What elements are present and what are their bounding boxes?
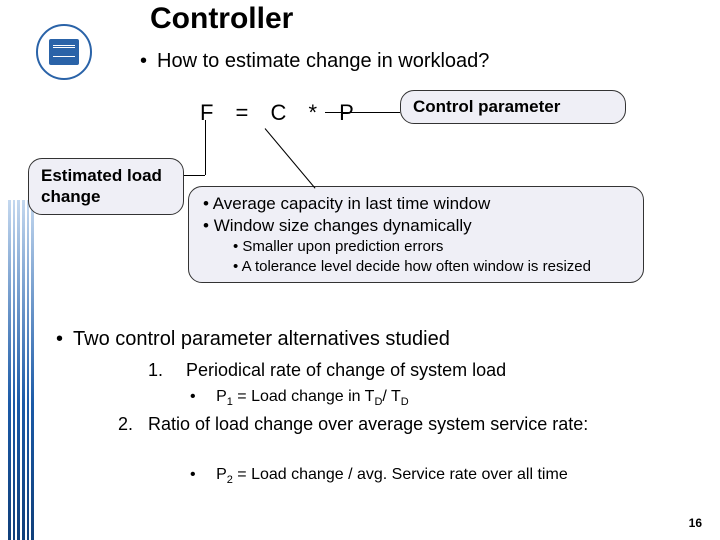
callout-capacity: Average capacity in last time window Win… (188, 186, 644, 283)
alt2-number: 2. (118, 414, 133, 435)
capacity-line-1: Average capacity in last time window (203, 193, 631, 215)
side-accent-stripes (8, 200, 34, 540)
alt1-text: Periodical rate of change of system load (186, 360, 506, 381)
alt2-formula: P2 = Load change / avg. Service rate ove… (190, 466, 568, 486)
capacity-sub-1: Smaller upon prediction errors (233, 237, 631, 257)
formula-text: F = C * P (200, 100, 362, 126)
capacity-line-2: Window size changes dynamically (203, 215, 631, 237)
question-bullet: How to estimate change in workload? (140, 50, 489, 73)
alt1-number: 1. (148, 360, 163, 381)
university-logo (36, 24, 92, 80)
slide-title: Controller (150, 2, 293, 36)
callout-control-parameter: Control parameter (400, 90, 626, 124)
callout-estimated-load-change: Estimated load change (28, 158, 184, 215)
arrow-p-to-control (325, 112, 400, 113)
arrow-c-to-capacity (265, 128, 316, 188)
capacity-sub-2: A tolerance level decide how often windo… (233, 257, 631, 277)
alt1-formula: P1 = Load change in TD/ TD (190, 388, 409, 408)
alt2-text: Ratio of load change over average system… (148, 414, 668, 435)
alternatives-heading: Two control parameter alternatives studi… (56, 328, 450, 351)
slide-number: 16 (689, 516, 702, 530)
arrow-f-down (205, 120, 206, 175)
